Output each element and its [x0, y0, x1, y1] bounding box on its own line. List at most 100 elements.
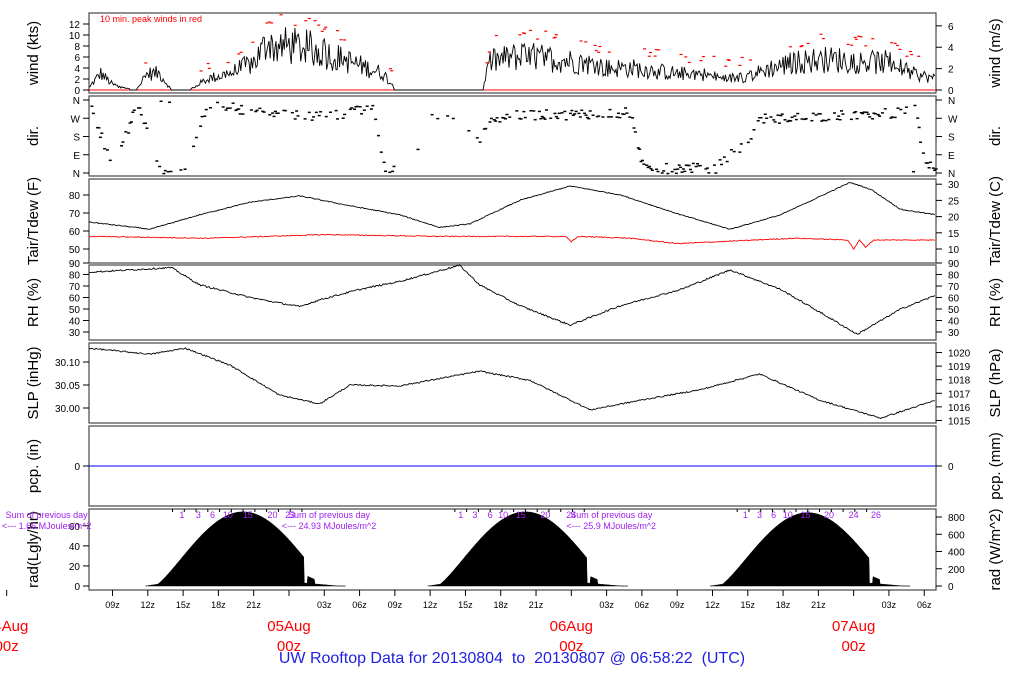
dir-point [539, 117, 543, 120]
dir-point [90, 105, 94, 108]
dir-point [192, 145, 196, 148]
dir-point [824, 119, 828, 122]
peak-wind-mark [307, 17, 311, 20]
peak-wind-mark [607, 51, 611, 53]
dir-point [336, 118, 340, 120]
dir-point [790, 116, 794, 119]
dir-point [489, 117, 493, 120]
rh-line [88, 263, 936, 335]
peak-wind-mark [251, 41, 255, 43]
dir-point [91, 112, 95, 115]
peak-wind-mark [864, 45, 868, 47]
peak-wind-mark [523, 32, 527, 35]
dir-point [849, 118, 853, 121]
slp-right-axis-label: 1016 [948, 403, 971, 414]
dir-point [255, 109, 259, 112]
wind-left-axis-label: 8 [74, 42, 80, 53]
dir-left-axis-label: N [73, 169, 80, 180]
peak-wind-mark [701, 55, 705, 58]
rad-left-axis-label: 0 [74, 582, 80, 593]
peak-wind-mark [593, 44, 597, 47]
dir-point [861, 112, 865, 115]
dir-point [810, 119, 814, 122]
dir-point [543, 118, 547, 120]
dir-point [162, 172, 166, 175]
ylabel-right-temp: Tair/Tdew (C) [987, 176, 1004, 266]
day-label: 07Aug [832, 618, 875, 635]
ylabel-left-pcp: pcp. (in) [25, 439, 42, 493]
dir-point [927, 167, 931, 169]
peak-wind-mark [806, 42, 810, 45]
time-tick-label: 18z [776, 600, 791, 610]
dir-point [98, 136, 102, 139]
dir-point [698, 164, 702, 167]
dir-point [662, 170, 666, 172]
peak-wind-mark [597, 51, 601, 53]
dir-point [783, 119, 787, 121]
peak-wind-mark [336, 30, 340, 32]
dir-point [145, 127, 149, 129]
peak-wind-mark [594, 49, 598, 52]
dir-left-axis-label: N [73, 96, 80, 107]
dir-point [293, 118, 297, 120]
peak-wind-mark [544, 30, 548, 32]
dir-point [556, 117, 560, 120]
prev-day-sum-value: <--- 1.66 MJoules/m^2 [2, 521, 92, 531]
dir-point [200, 115, 204, 118]
dir-point [224, 109, 228, 111]
dir-point [818, 113, 822, 115]
dir-point [793, 115, 797, 117]
cumulative-mj-label: 15 [243, 510, 253, 520]
dir-point [324, 115, 328, 118]
dir-point [475, 137, 479, 139]
wind-left-axis-label: 10 [69, 31, 81, 42]
ylabel-right-pcp: pcp. (mm) [987, 432, 1004, 500]
dir-point [718, 159, 722, 161]
dir-point [139, 114, 143, 116]
dir-point [732, 150, 736, 153]
dir-point [862, 111, 866, 113]
dir-point [871, 118, 875, 120]
dir-point [666, 172, 670, 175]
dir-point [765, 117, 769, 120]
peak-wind-mark [898, 48, 902, 50]
dir-point [855, 117, 859, 120]
dir-point [529, 109, 533, 112]
dir-point [722, 156, 726, 158]
peak-wind-mark [727, 59, 731, 61]
dir-point [430, 113, 434, 116]
time-tick-label: 15z [741, 600, 756, 610]
rad-right-axis-label: 600 [948, 530, 965, 541]
dir-point [673, 168, 677, 171]
dir-point [649, 167, 653, 170]
dir-point [360, 113, 364, 115]
dir-point [494, 120, 498, 122]
dir-point [303, 118, 307, 120]
cumulative-mj-label: 1 [179, 510, 184, 520]
dir-point [919, 141, 923, 143]
cumulative-mj-label: 1 [743, 510, 748, 520]
dir-point [796, 112, 800, 115]
wind-left-axis-label: 12 [69, 20, 81, 31]
dir-point [498, 121, 502, 123]
dir-point [674, 172, 678, 175]
pcp-right-axis-label: 0 [948, 462, 954, 473]
rh-right-axis-label: 30 [948, 328, 960, 339]
dir-point [804, 117, 808, 120]
dir-point [436, 117, 440, 120]
dir-point [537, 110, 541, 113]
dir-point [334, 109, 338, 112]
dir-point [931, 167, 935, 169]
dir-point [376, 134, 380, 137]
rh-left-axis-label: 40 [69, 317, 81, 328]
dir-point [568, 112, 572, 115]
dir-point [878, 115, 882, 117]
dir-right-axis-label: N [948, 169, 955, 180]
peak-wind-mark [304, 20, 308, 22]
peak-wind-mark [893, 42, 897, 44]
dir-point [355, 105, 359, 108]
peak-wind-mark [854, 38, 858, 40]
dir-point [544, 109, 548, 111]
dir-point [739, 143, 743, 145]
dir-point [290, 111, 294, 114]
